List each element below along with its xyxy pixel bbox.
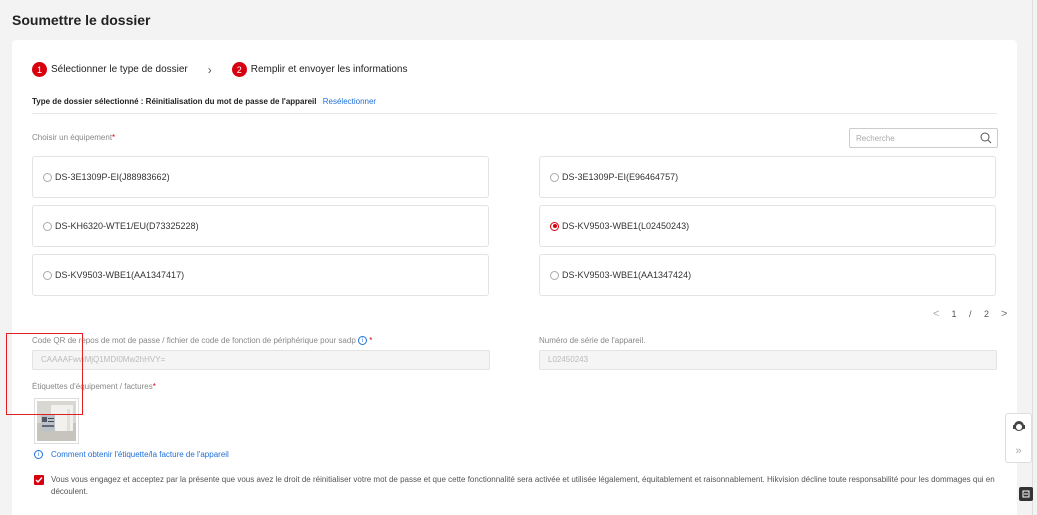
required-mark: *: [369, 336, 373, 345]
chevron-left-icon[interactable]: <: [933, 308, 939, 320]
radio-button[interactable]: [43, 172, 52, 182]
device-picker-label-text: Choisir un équipement: [32, 133, 113, 142]
serial-field-label: Numéro de série de l'appareil.: [539, 336, 646, 345]
selected-type: Type de dossier sélectionné : Réinitiali…: [32, 97, 376, 106]
page-total: 2: [984, 309, 990, 319]
page-title: Soumettre le dossier: [12, 12, 151, 28]
support-agent-icon[interactable]: [1012, 419, 1026, 435]
agreement-text: Vous vous engagez et acceptez par la pré…: [51, 475, 995, 496]
device-option-selected[interactable]: DS-KV9503-WBE1(L02450243): [539, 205, 996, 247]
info-icon: i: [34, 450, 43, 459]
qr-code-input: CAAAAFwwMjQ1MDI0Mw2hHVY=: [32, 350, 490, 370]
step-1-label: Sélectionner le type de dossier: [51, 64, 188, 75]
info-icon[interactable]: i: [358, 336, 367, 346]
search-icon[interactable]: [980, 132, 992, 146]
collapse-icon[interactable]: »: [1015, 445, 1021, 457]
chevron-right-icon: ›: [207, 62, 212, 77]
search-input[interactable]: [850, 129, 970, 147]
agreement-checkbox[interactable]: [34, 475, 44, 485]
page-current: 1 / 2: [946, 309, 994, 319]
page-scrollbar[interactable]: [1032, 0, 1033, 515]
label-help-link[interactable]: i Comment obtenir l'étiquette/la facture…: [34, 450, 229, 459]
device-name: DS-KV9503-WBE1(AA1347417): [55, 270, 185, 280]
step-2-number: 2: [231, 62, 247, 77]
radio-button[interactable]: [43, 270, 52, 280]
device-option[interactable]: DS-KV9503-WBE1(AA1347424): [539, 254, 996, 296]
corner-menu-icon[interactable]: [1019, 487, 1033, 501]
device-picker-label: Choisir un équipement*: [32, 133, 115, 142]
form-card: 1 Sélectionner le type de dossier › 2 Re…: [12, 40, 1017, 515]
page-separator: /: [968, 309, 972, 319]
divider: [32, 113, 997, 114]
stepper: 1 Sélectionner le type de dossier › 2 Re…: [32, 62, 407, 77]
chevron-right-icon[interactable]: >: [1001, 308, 1007, 320]
side-float-panel: »: [1005, 413, 1032, 463]
radio-button[interactable]: [43, 221, 52, 231]
selected-type-text: Type de dossier sélectionné : Réinitiali…: [32, 97, 317, 106]
device-name: DS-3E1309P-EI(J88983662): [55, 172, 170, 182]
serial-number-input: L02450243: [539, 350, 997, 370]
device-name: DS-KH6320-WTE1/EU(D73325228): [55, 221, 199, 231]
required-mark: *: [152, 382, 156, 391]
page-current-number: 1: [951, 309, 957, 319]
radio-button-checked[interactable]: [550, 221, 559, 231]
step-1[interactable]: 1 Sélectionner le type de dossier: [32, 62, 188, 77]
step-2-label: Remplir et envoyer les informations: [250, 64, 408, 75]
step-1-number: 1: [32, 62, 47, 77]
device-option[interactable]: DS-3E1309P-EI(E96464757): [539, 156, 996, 198]
annotation-highlight-box: [6, 333, 83, 415]
help-link-text[interactable]: Comment obtenir l'étiquette/la facture d…: [51, 450, 229, 459]
device-name: DS-3E1309P-EI(E96464757): [562, 172, 679, 182]
required-mark: *: [112, 133, 116, 142]
pagination: < 1 / 2 >: [928, 308, 1012, 320]
device-option[interactable]: DS-3E1309P-EI(J88983662): [32, 156, 489, 198]
reselect-link[interactable]: Resélectionner: [323, 97, 376, 106]
device-option[interactable]: DS-KH6320-WTE1/EU(D73325228): [32, 205, 489, 247]
device-name: DS-KV9503-WBE1(AA1347424): [562, 270, 692, 280]
radio-button[interactable]: [550, 270, 559, 280]
device-name: DS-KV9503-WBE1(L02450243): [562, 221, 690, 231]
radio-button[interactable]: [550, 172, 559, 182]
qr-field-label: Code QR de repos de mot de passe / fichi…: [32, 336, 373, 346]
step-2[interactable]: 2 Remplir et envoyer les informations: [231, 62, 408, 77]
device-option[interactable]: DS-KV9503-WBE1(AA1347417): [32, 254, 489, 296]
device-search[interactable]: [849, 128, 998, 148]
check-icon: [35, 477, 43, 484]
